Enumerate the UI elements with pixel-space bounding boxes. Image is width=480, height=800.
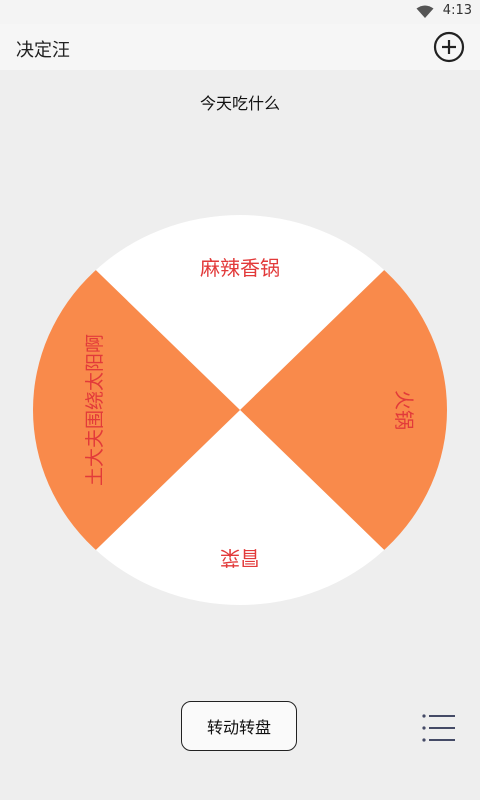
wheel-label-left: 土大夫围绕太阳啊 (84, 334, 106, 486)
status-time: 4:13 (442, 3, 472, 18)
wifi-icon (416, 5, 434, 18)
page-subtitle: 今天吃什么 (199, 94, 280, 113)
app-title: 决定汪 (16, 40, 70, 61)
spin-wheel[interactable]: 麻辣香锅 火锅 冒菜 土大夫围绕太阳啊 (33, 215, 447, 605)
add-circle-icon[interactable] (432, 30, 466, 64)
status-bar: 4:13 (0, 0, 480, 24)
wheel-label-bottom: 冒菜 (220, 546, 260, 570)
menu-list-icon[interactable] (419, 710, 459, 746)
spin-wheel-button[interactable]: 转动转盘 (181, 701, 297, 751)
app-bar: 决定汪 (0, 24, 480, 70)
wheel-label-right: 火锅 (392, 390, 416, 430)
wheel-label-top: 麻辣香锅 (200, 256, 280, 280)
